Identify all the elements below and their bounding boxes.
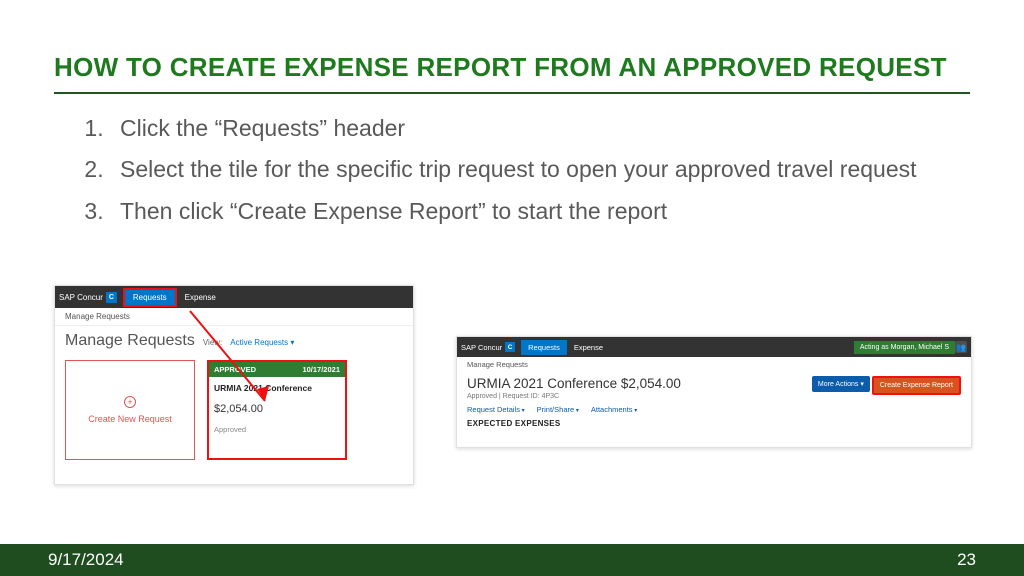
plus-icon: + xyxy=(124,396,136,408)
link-print-share[interactable]: Print/Share xyxy=(537,405,579,414)
step-3: Then click “Create Expense Report” to st… xyxy=(110,195,920,228)
breadcrumb: Manage Requests xyxy=(457,357,971,372)
request-title: URMIA 2021 Conference $2,054.00 xyxy=(467,376,681,391)
tab-requests[interactable]: Requests xyxy=(123,288,177,307)
sap-concur-logo: SAP Concur C xyxy=(461,342,515,352)
acting-as-badge[interactable]: Acting as Morgan, Michael S xyxy=(854,341,955,354)
slide-footer: 9/17/2024 23 xyxy=(0,544,1024,576)
heading-text: Manage Requests xyxy=(65,332,195,350)
concur-logo-icon: C xyxy=(505,342,515,352)
request-meta: Approved | Request ID: 4P3C xyxy=(467,393,681,400)
create-new-request-tile[interactable]: + Create New Request xyxy=(65,360,195,460)
instruction-steps: Click the “Requests” header Select the t… xyxy=(80,112,920,236)
footer-page-number: 23 xyxy=(957,550,976,570)
brand-text: SAP Concur xyxy=(59,293,103,302)
concur-logo-icon: C xyxy=(106,292,117,303)
footer-date: 9/17/2024 xyxy=(48,550,124,570)
title-underline xyxy=(54,92,970,94)
callout-arrow-icon xyxy=(185,306,285,426)
expected-expenses-heading: EXPECTED EXPENSES xyxy=(457,417,971,430)
concur-header: SAP Concur C Requests Expense Acting as … xyxy=(457,337,971,357)
tab-expense[interactable]: Expense xyxy=(177,290,224,305)
tab-expense[interactable]: Expense xyxy=(567,340,610,355)
sap-concur-logo: SAP Concur C xyxy=(59,292,117,303)
page-title: HOW TO CREATE EXPENSE REPORT FROM AN APP… xyxy=(54,52,947,83)
screenshot-manage-requests: SAP Concur C Requests Expense Manage Req… xyxy=(54,285,414,485)
acting-as-text: Acting as Morgan, Michael S xyxy=(860,344,949,351)
concur-header: SAP Concur C Requests Expense xyxy=(55,286,413,308)
tab-requests[interactable]: Requests xyxy=(521,340,567,355)
link-request-details[interactable]: Request Details xyxy=(467,405,525,414)
brand-text: SAP Concur xyxy=(461,343,502,352)
user-switch-icon[interactable]: 👥 xyxy=(955,341,967,353)
create-new-request-label: Create New Request xyxy=(88,414,172,424)
request-date: 10/17/2021 xyxy=(302,365,340,374)
screenshot-request-detail: SAP Concur C Requests Expense Acting as … xyxy=(456,336,972,448)
step-2: Select the tile for the specific trip re… xyxy=(110,153,920,186)
link-attachments[interactable]: Attachments xyxy=(591,405,637,414)
request-detail-links: Request Details Print/Share Attachments xyxy=(457,402,971,417)
more-actions-button[interactable]: More Actions ▾ xyxy=(812,376,870,392)
slide: HOW TO CREATE EXPENSE REPORT FROM AN APP… xyxy=(0,0,1024,576)
create-expense-report-button[interactable]: Create Expense Report xyxy=(872,376,961,395)
step-1: Click the “Requests” header xyxy=(110,112,920,145)
